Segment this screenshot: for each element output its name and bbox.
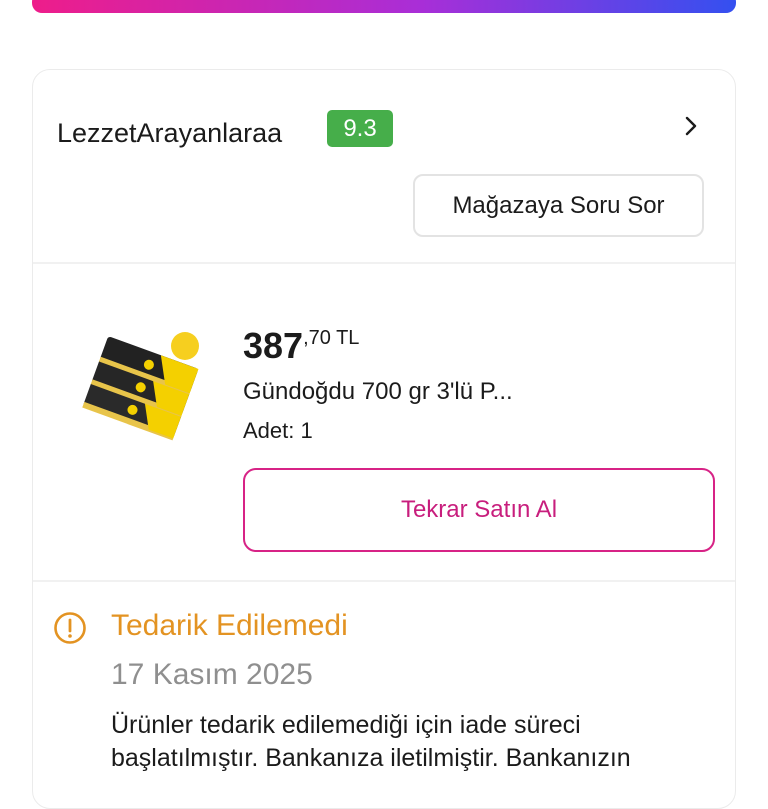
order-status-description: Ürünler tedarik edilemediği için iade sü… xyxy=(111,711,631,772)
product-image[interactable] xyxy=(77,328,201,456)
price-integer: 387 xyxy=(243,325,304,366)
ask-store-question-button[interactable]: Mağazaya Soru Sor xyxy=(413,174,704,237)
order-status-title: Tedarik Edilemedi xyxy=(111,609,348,642)
product-quantity: Adet: 1 xyxy=(243,418,313,443)
order-status-date: 17 Kasım 2025 xyxy=(111,658,313,691)
chevron-right-icon[interactable] xyxy=(679,114,703,138)
divider xyxy=(33,580,735,582)
rebuy-button[interactable]: Tekrar Satın Al xyxy=(243,468,715,552)
product-price: 387,70 TL xyxy=(243,325,359,367)
gradient-banner xyxy=(32,0,736,13)
order-card: LezzetArayanlaraa 9.3 Mağazaya Soru Sor xyxy=(32,69,736,809)
store-name[interactable]: LezzetArayanlaraa xyxy=(57,118,282,149)
price-fraction: ,70 TL xyxy=(303,327,360,349)
product-title[interactable]: Gündoğdu 700 gr 3'lü P... xyxy=(243,378,513,406)
warning-circle-icon xyxy=(53,611,87,645)
store-rating-badge: 9.3 xyxy=(327,110,393,147)
divider xyxy=(33,262,735,264)
